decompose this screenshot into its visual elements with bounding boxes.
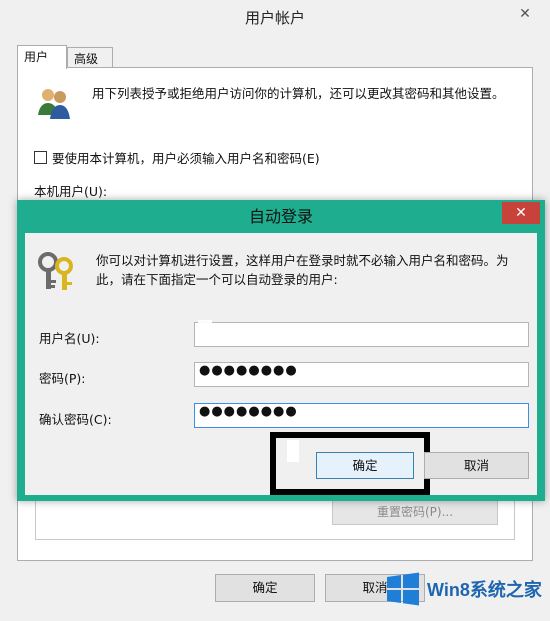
dialog-cancel-button[interactable]: 取消 — [424, 452, 529, 479]
watermark: Win8系统之家 — [385, 569, 550, 609]
intro-text: 用下列表授予或拒绝用户访问你的计算机，还可以更改其密码和其他设置。 — [92, 86, 505, 101]
username-label: 用户名(U): — [39, 331, 100, 346]
dialog-description: 你可以对计算机进行设置，这样用户在登录时就不必输入用户名和密码。为此，请在下面指… — [96, 253, 509, 287]
require-login-label: 要使用本计算机，用户必须输入用户名和密码(E) — [52, 151, 320, 166]
tab-users[interactable]: 用户 — [17, 45, 67, 69]
back-ok-button[interactable]: 确定 — [215, 574, 315, 602]
reset-password-button[interactable]: 重置密码(P)... — [332, 499, 498, 525]
dialog-close-button[interactable]: ✕ — [502, 202, 540, 224]
redaction-mark — [198, 320, 212, 338]
windows-logo-icon — [387, 572, 419, 606]
local-users-label: 本机用户(U): — [34, 184, 108, 199]
dialog-title: 自动登录 — [248, 207, 313, 226]
username-input[interactable] — [194, 322, 529, 347]
tab-advanced[interactable]: 高级 — [67, 47, 113, 68]
window-title: 用户帐户 — [244, 9, 305, 27]
confirm-password-input[interactable]: ●●●●●●●● — [194, 403, 529, 428]
users-icon — [38, 89, 70, 119]
dialog-ok-button[interactable]: 确定 — [316, 452, 414, 479]
confirm-password-label: 确认密码(C): — [39, 412, 112, 427]
require-login-checkbox[interactable] — [34, 151, 47, 164]
password-label: 密码(P): — [39, 371, 86, 386]
password-input[interactable]: ●●●●●●●● — [194, 362, 529, 387]
annotation-mark — [287, 440, 299, 462]
require-login-row[interactable]: 要使用本计算机，用户必须输入用户名和密码(E) — [34, 148, 320, 167]
keys-icon — [38, 252, 73, 290]
window-close-button[interactable]: ✕ — [512, 5, 538, 23]
watermark-text: Win8系统之家 — [427, 580, 542, 600]
